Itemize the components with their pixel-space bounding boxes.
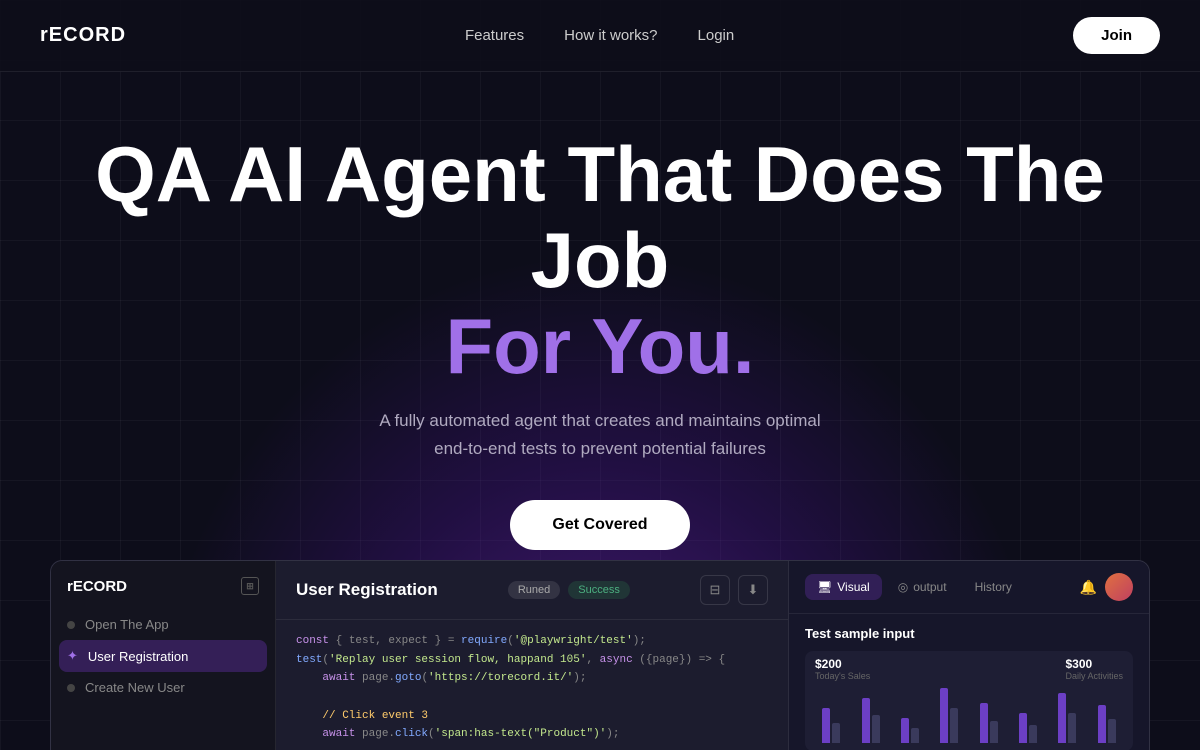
navbar: rECORD Features How it works? Login Join (0, 0, 1200, 72)
app-preview: rECORD ⊞ Open The App ✦ User Registratio… (50, 560, 1150, 750)
preview-sidebar: rECORD ⊞ Open The App ✦ User Registratio… (51, 561, 276, 750)
preview-title: User Registration (296, 580, 438, 600)
code-line-5: // Click event 3 (296, 707, 768, 726)
dot-icon-2 (67, 684, 75, 692)
code-line-1: const { test, expect } = require('@playw… (296, 632, 768, 651)
output-icon: ◎ (898, 580, 908, 594)
bar-3b (911, 728, 919, 743)
preview-actions: ⊟ ⬇ (700, 575, 768, 605)
sidebar-item-create-user[interactable]: Create New User (51, 672, 275, 703)
chart-stat-1: $200 Today's Sales (815, 657, 870, 681)
get-covered-button[interactable]: Get Covered (510, 500, 689, 550)
tab-visual[interactable]: 🖥 Visual (805, 574, 882, 600)
bar-8b (1108, 719, 1116, 743)
bar-7a (1058, 693, 1066, 743)
layout-icon: ⊞ (241, 577, 259, 595)
nav-link-how-it-works[interactable]: How it works? (564, 27, 657, 44)
bar-group-2 (862, 698, 880, 743)
badge-success: Success (568, 581, 630, 599)
download-button[interactable]: ⬇ (738, 575, 768, 605)
bar-4a (940, 688, 948, 743)
bar-7b (1068, 713, 1076, 743)
preview-badges: Runed Success (508, 581, 630, 599)
join-button[interactable]: Join (1073, 17, 1160, 54)
mini-chart: $200 Today's Sales $300 Daily Activities (805, 651, 1133, 750)
bar-5b (990, 721, 998, 743)
preview-right: 🖥 Visual ◎ output History 🔔 Test sample … (789, 561, 1149, 750)
bar-3a (901, 718, 909, 743)
bell-icon[interactable]: 🔔 (1080, 579, 1097, 596)
code-line-2: test('Replay user session flow, happand … (296, 651, 768, 670)
preview-header: User Registration Runed Success ⊟ ⬇ (276, 561, 788, 620)
chart-stat-2: $300 Daily Activities (1065, 657, 1123, 681)
bar-6a (1019, 713, 1027, 743)
monitor-icon: 🖥 (817, 580, 832, 594)
bar-1a (822, 708, 830, 743)
code-line-3: await page.goto('https://torecord.it/'); (296, 669, 768, 688)
delete-button[interactable]: ⊟ (700, 575, 730, 605)
hero-section: QA AI Agent That Does The Job For You. A… (0, 72, 1200, 590)
code-line-4 (296, 688, 768, 707)
nav-logo: rECORD (40, 24, 126, 47)
preview-right-header: 🖥 Visual ◎ output History 🔔 (789, 561, 1149, 614)
bar-group-6 (1019, 713, 1037, 743)
preview-right-content: Test sample input $200 Today's Sales $30… (789, 614, 1149, 750)
bar-2a (862, 698, 870, 743)
registration-icon: ✦ (67, 648, 78, 664)
bar-5a (980, 703, 988, 743)
hero-title-line2: For You. (445, 302, 754, 390)
user-avatar[interactable] (1105, 573, 1133, 601)
chart-labels: $200 Today's Sales $300 Daily Activities (815, 657, 1123, 681)
tab-output[interactable]: ◎ output (886, 574, 959, 600)
bar-group-4 (940, 688, 958, 743)
bar-2b (872, 715, 880, 743)
nav-link-login[interactable]: Login (698, 27, 735, 44)
bar-8a (1098, 705, 1106, 743)
hero-subtitle: A fully automated agent that creates and… (40, 407, 1160, 461)
sidebar-item-open-app[interactable]: Open The App (51, 609, 275, 640)
hero-title-line1: QA AI Agent That Does The Job For You. (40, 132, 1160, 389)
bar-group-7 (1058, 693, 1076, 743)
bar-group-3 (901, 718, 919, 743)
preview-main: User Registration Runed Success ⊟ ⬇ cons… (276, 561, 789, 750)
bar-1b (832, 723, 840, 743)
bar-group-8 (1098, 705, 1116, 743)
tab-history[interactable]: History (963, 574, 1024, 600)
preview-logo: rECORD ⊞ (51, 577, 275, 609)
bar-group-1 (822, 708, 840, 743)
nav-links: Features How it works? Login (465, 27, 734, 44)
content-label: Test sample input (805, 626, 1133, 641)
bar-6b (1029, 725, 1037, 743)
right-panel-icons: 🔔 (1080, 573, 1133, 601)
badge-runed: Runed (508, 581, 560, 599)
bar-group-5 (980, 703, 998, 743)
sidebar-item-user-registration[interactable]: ✦ User Registration (59, 640, 267, 672)
dot-icon (67, 621, 75, 629)
preview-code: const { test, expect } = require('@playw… (276, 620, 788, 750)
nav-link-features[interactable]: Features (465, 27, 524, 44)
code-line-6: await page.click('span:has-text("Product… (296, 725, 768, 744)
bar-4b (950, 708, 958, 743)
